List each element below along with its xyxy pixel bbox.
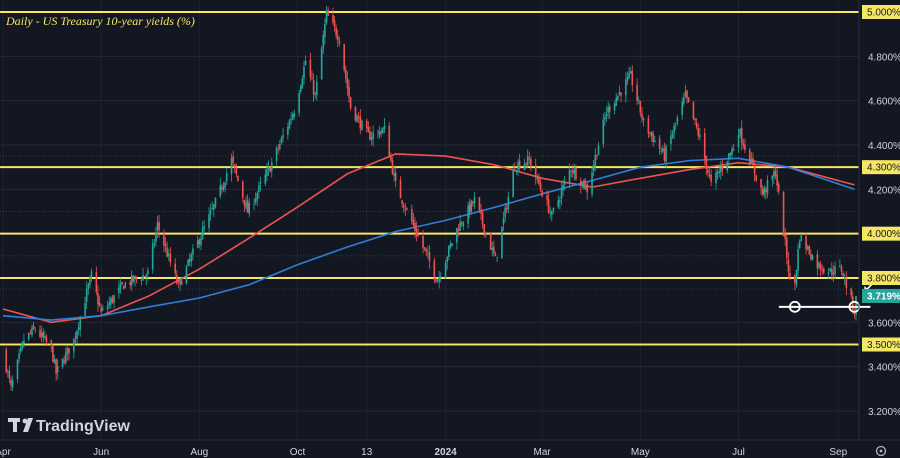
candle-130 <box>298 90 300 117</box>
y-tick-label-2: 4.600% <box>868 97 900 108</box>
candle-62 <box>143 275 146 277</box>
y-tick-label-7: 3.600% <box>868 318 900 329</box>
candle-357 <box>808 245 811 256</box>
y-tick-label-1: 4.800% <box>868 52 900 63</box>
candle-140 <box>320 46 323 80</box>
level-tag-label-4: 3.500% <box>867 340 900 351</box>
x-tick-label-9: Sep <box>829 447 847 458</box>
candle-305 <box>692 101 695 121</box>
x-tick-label-3: Oct <box>290 447 306 458</box>
candle-215 <box>489 231 492 251</box>
level-tag-label-3: 3.800% <box>867 274 900 285</box>
chart-title: Daily - US Treasury 10-year yields (%) <box>5 14 195 28</box>
x-tick-label-4: 13 <box>361 447 373 458</box>
candle-80 <box>185 264 188 285</box>
y-tick-label-8: 3.400% <box>868 363 900 374</box>
x-tick-label-2: Aug <box>190 447 208 458</box>
candle-220 <box>501 226 503 259</box>
x-tick-label-5: 2024 <box>434 447 457 458</box>
chart-canvas[interactable]: 4.800% 4.600% 4.400% 4.200% 3.600% 3.400% 3.20… <box>0 0 900 458</box>
chart-background <box>0 0 900 458</box>
x-tick-label-8: Jul <box>732 447 745 458</box>
candle-104 <box>237 175 239 182</box>
candle-330 <box>748 147 751 167</box>
candle-345 <box>782 191 785 237</box>
tradingview-chart[interactable]: 4.800% 4.600% 4.400% 4.200% 3.600% 3.400% 3.20… <box>0 0 900 458</box>
level-tag-label-1: 4.300% <box>867 163 900 174</box>
last-price-label: 3.719% <box>867 291 900 302</box>
candle-21 <box>52 344 54 363</box>
candle-159 <box>361 119 363 131</box>
candle-0 <box>5 347 8 374</box>
candle-170 <box>388 121 391 158</box>
level-tag-label-0: 5.000% <box>867 8 900 19</box>
tradingview-logo-text: TradingView <box>36 418 131 435</box>
x-tick-label-0: Apr <box>0 447 11 458</box>
y-tick-label-9: 3.200% <box>868 407 900 418</box>
y-tick-label-3: 4.400% <box>868 141 900 152</box>
x-tick-label-1: Jun <box>93 447 109 458</box>
level-tag-label-2: 4.000% <box>867 229 900 240</box>
candle-65 <box>151 238 154 274</box>
candle-155 <box>354 105 357 123</box>
x-tick-label-7: May <box>631 447 650 458</box>
y-tick-label-4: 4.200% <box>868 185 900 196</box>
x-tick-label-6: Mar <box>534 447 552 458</box>
candle-150 <box>343 43 345 73</box>
